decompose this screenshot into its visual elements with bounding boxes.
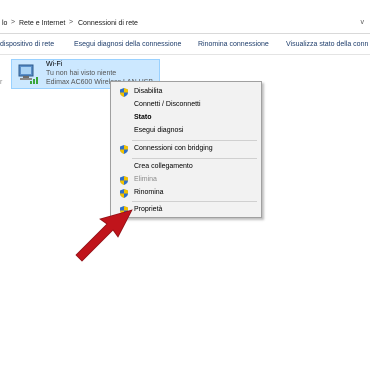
chevron-right-icon: > — [69, 19, 74, 26]
menu-item-create-shortcut[interactable]: Crea collegamento — [111, 161, 261, 174]
menu-item-bridge-connections[interactable]: Connessioni con bridging — [111, 143, 261, 156]
diagnose-connection-button[interactable]: Esegui diagnosi della connessione — [74, 41, 181, 48]
menu-item-delete: Elimina — [111, 174, 261, 187]
menu-item-connect-disconnect[interactable]: Connetti / Disconnetti — [111, 99, 261, 112]
chevron-down-icon[interactable]: v — [361, 19, 365, 26]
breadcrumb-item-network-internet[interactable]: Rete e Internet — [19, 20, 65, 27]
network-device-button[interactable]: dispositivo di rete — [0, 41, 54, 48]
menu-item-label: Stato — [134, 114, 152, 121]
menu-item-label: Crea collegamento — [134, 163, 193, 170]
menu-item-disable[interactable]: Disabilita — [111, 86, 261, 99]
view-status-button[interactable]: Visualizza stato della conn — [286, 41, 368, 48]
menu-separator — [132, 201, 257, 202]
wifi-adapter-icon — [18, 64, 38, 84]
breadcrumb-item-parent[interactable]: lo — [2, 20, 7, 27]
rename-connection-button[interactable]: Rinomina connessione — [198, 41, 269, 48]
menu-item-status[interactable]: Stato — [111, 112, 261, 125]
breadcrumb-item-network-connections[interactable]: Connessioni di rete — [78, 20, 138, 27]
adapter-name: Wi-Fi — [46, 61, 63, 68]
menu-item-label: Connetti / Disconnetti — [134, 101, 201, 108]
menu-item-label: Connessioni con bridging — [134, 145, 213, 152]
breadcrumb: lo > Rete e Internet > Connessioni di re… — [0, 15, 370, 34]
context-menu: Disabilita Connetti / Disconnetti Stato … — [110, 81, 262, 218]
cropped-text: r — [0, 79, 3, 86]
command-bar: dispositivo di rete Esegui diagnosi dell… — [0, 37, 370, 55]
red-arrow-annotation — [75, 209, 133, 262]
shield-icon — [120, 189, 128, 198]
menu-item-diagnose[interactable]: Esegui diagnosi — [111, 125, 261, 138]
menu-separator — [132, 158, 257, 159]
shield-icon — [120, 88, 128, 97]
menu-separator — [132, 140, 257, 141]
adapter-status: Tu non hai visto niente — [46, 70, 117, 77]
menu-item-label: Disabilita — [134, 88, 163, 95]
menu-item-rename[interactable]: Rinomina — [111, 187, 261, 200]
shield-icon — [120, 176, 128, 185]
chevron-right-icon: > — [11, 19, 16, 26]
shield-icon — [120, 145, 128, 154]
menu-item-label: Elimina — [134, 176, 157, 183]
menu-item-label: Rinomina — [134, 189, 164, 196]
menu-item-label: Esegui diagnosi — [134, 127, 184, 134]
